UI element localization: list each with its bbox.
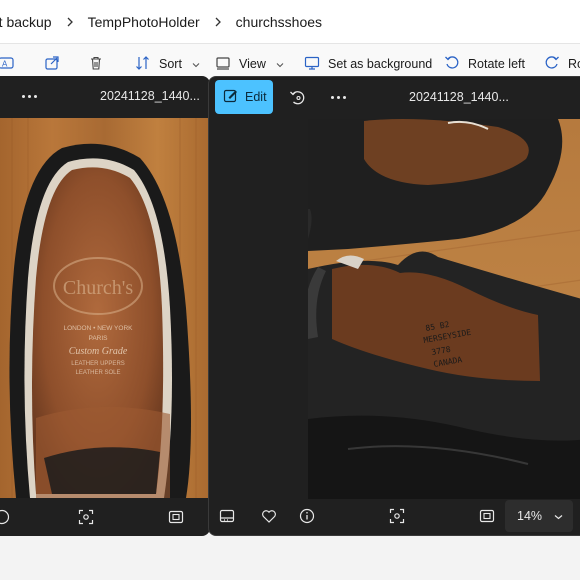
actual-size-icon[interactable] (479, 508, 495, 527)
chevron-right-icon (58, 17, 82, 27)
actual-size-icon[interactable] (168, 509, 184, 528)
insole-line2-text: LEATHER SOLE (76, 370, 121, 376)
insole-cities-text: LONDON • NEW YORK (64, 325, 134, 332)
viewer-left-titlebar: 20241128_1440... (0, 76, 210, 118)
info-icon[interactable] (299, 508, 315, 527)
insole-line1-text: LEATHER UPPERS (71, 361, 125, 367)
viewer-right-titlebar: Edit 20241128_1440... (209, 77, 580, 119)
trash-icon (88, 55, 104, 74)
zoom-level-value: 14% (517, 509, 543, 523)
edit-label: Edit (245, 90, 267, 104)
rename-icon: A (0, 55, 14, 74)
photo-left-shoe-insole: Church's LONDON • NEW YORK PARIS Custom … (0, 118, 210, 498)
info-icon[interactable] (0, 509, 10, 528)
share-icon (44, 55, 60, 74)
more-options-icon[interactable] (331, 96, 346, 99)
photo-right-shoes-pair: 85 B2 MERSEYSIDE 3778 CANADA (308, 119, 580, 499)
favorite-heart-icon[interactable] (261, 508, 277, 527)
rotate-icon[interactable] (289, 89, 307, 110)
chevron-down-icon (554, 509, 563, 523)
zoom-level-dropdown[interactable]: 14% (505, 500, 573, 532)
edit-image-icon (223, 88, 239, 107)
fit-to-window-icon[interactable] (389, 508, 405, 527)
photo-viewer-right: Edit 20241128_1440... 85 B2 MERSEYSIDE 3… (208, 76, 580, 536)
insole-city2-text: PARIS (88, 335, 108, 342)
set-as-background-label: Set as background (328, 57, 433, 71)
filmstrip-icon[interactable] (219, 508, 235, 527)
sort-icon (135, 55, 151, 74)
breadcrumb-item-tempphotoholder[interactable]: TempPhotoHolder (82, 14, 206, 30)
sort-label: Sort (159, 57, 182, 71)
chevron-down-icon (192, 57, 200, 71)
breadcrumb-item-backup[interactable]: rt backup (0, 14, 58, 30)
insole-grade-text: Custom Grade (69, 346, 128, 357)
rotate-left-label: Rotate left (468, 57, 525, 71)
more-options-icon[interactable] (22, 95, 37, 98)
viewer-right-bottombar: 14% (209, 497, 580, 535)
photo-viewer-left: 20241128_1440... Church's LONDON • NEW Y… (0, 76, 210, 536)
viewer-left-filename: 20241128_1440... (100, 89, 200, 103)
desktop-background-icon (304, 55, 320, 74)
svg-text:A: A (2, 59, 8, 68)
breadcrumb-item-churchsshoes[interactable]: churchsshoes (230, 14, 328, 30)
rotate-right-label: Rot (568, 57, 580, 71)
view-icon (215, 55, 231, 74)
view-label: View (239, 57, 266, 71)
insole-brand-text: Church's (63, 277, 133, 299)
chevron-right-icon (206, 17, 230, 27)
edit-button[interactable]: Edit (215, 80, 273, 114)
address-breadcrumb: rt backup TempPhotoHolder churchsshoes (0, 0, 580, 44)
rotate-left-icon (444, 55, 460, 74)
rotate-right-icon (544, 55, 560, 74)
chevron-down-icon (276, 57, 284, 71)
fit-to-window-icon[interactable] (78, 509, 94, 528)
viewer-right-filename: 20241128_1440... (409, 90, 509, 104)
viewer-left-bottombar (0, 498, 210, 536)
